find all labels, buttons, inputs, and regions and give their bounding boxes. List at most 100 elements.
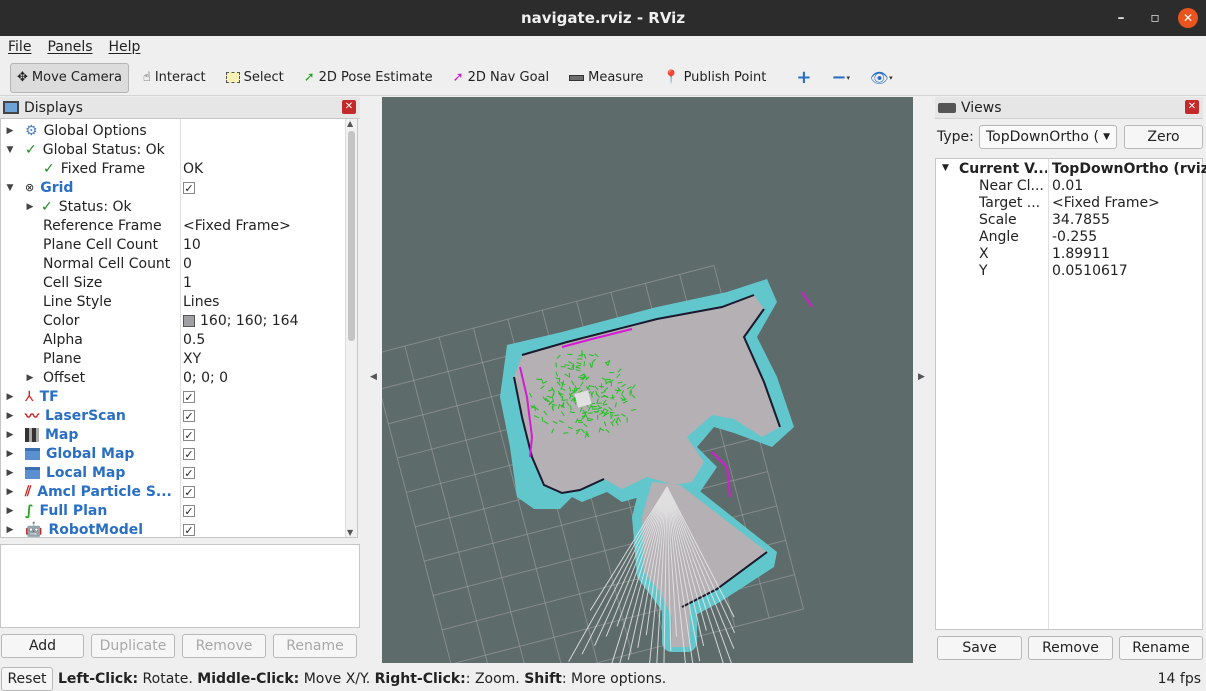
- view-prop-near-clip[interactable]: Near Cl... 0.01: [936, 178, 1202, 195]
- save-view-button[interactable]: Save: [937, 636, 1022, 660]
- tree-row-amcl-particles[interactable]: ▶ ⫽ Amcl Particle S... ✓: [1, 482, 346, 501]
- tree-row-fixed-frame[interactable]: ✓ Fixed Frame OK: [1, 159, 346, 178]
- close-panel-icon[interactable]: ✕: [342, 100, 356, 114]
- row-label: LaserScan: [45, 407, 126, 424]
- tree-row-offset[interactable]: ▶ Offset 0; 0; 0: [1, 368, 346, 387]
- remove-tool-button[interactable]: − ▾: [825, 63, 856, 93]
- duplicate-display-button[interactable]: Duplicate: [91, 634, 175, 658]
- enable-checkbox[interactable]: ✓: [183, 409, 195, 422]
- close-panel-icon[interactable]: ✕: [1185, 100, 1199, 114]
- enable-checkbox[interactable]: ✓: [183, 447, 195, 460]
- row-value: <Fixed Frame>: [183, 217, 291, 234]
- displays-scrollbar[interactable]: ▲ ▼: [345, 119, 357, 537]
- collapse-left-icon[interactable]: ◀: [370, 372, 377, 382]
- collapse-arrow-icon[interactable]: ▼: [942, 163, 949, 173]
- minimize-button[interactable]: –: [1108, 0, 1134, 36]
- collapse-right-icon[interactable]: ▶: [918, 372, 925, 382]
- view-prop-y[interactable]: Y 0.0510617: [936, 263, 1202, 280]
- publish-point-button[interactable]: 📍 Publish Point: [657, 63, 772, 93]
- tree-row-alpha[interactable]: Alpha 0.5: [1, 330, 346, 349]
- collapse-arrow-icon[interactable]: ▼: [5, 145, 15, 155]
- tree-row-grid[interactable]: ▼ ⊗ Grid ✓: [1, 178, 346, 197]
- expand-arrow-icon[interactable]: ▶: [5, 449, 15, 459]
- tree-row-color[interactable]: Color 160; 160; 164: [1, 311, 346, 330]
- expand-arrow-icon[interactable]: ▶: [25, 202, 35, 212]
- view-prop-angle[interactable]: Angle -0.255: [936, 229, 1202, 246]
- add-display-button[interactable]: Add: [1, 634, 84, 658]
- menu-help[interactable]: Help: [101, 39, 149, 55]
- select-button[interactable]: Select: [220, 63, 290, 93]
- tree-row-line-style[interactable]: Line Style Lines: [1, 292, 346, 311]
- current-view-row[interactable]: ▼ Current V... TopDownOrtho (rviz): [936, 161, 1206, 178]
- expand-arrow-icon[interactable]: ▶: [5, 487, 15, 497]
- view-prop-scale[interactable]: Scale 34.7855: [936, 212, 1202, 229]
- expand-arrow-icon[interactable]: ▶: [5, 411, 15, 421]
- tree-row-tf[interactable]: ▶ ⅄ TF ✓: [1, 387, 346, 406]
- scroll-up-icon[interactable]: ▲: [347, 119, 353, 128]
- remove-display-button[interactable]: Remove: [182, 634, 266, 658]
- close-button[interactable]: ✕: [1178, 8, 1198, 28]
- view-tool-button[interactable]: 👁 ▾: [864, 63, 899, 93]
- enable-checkbox[interactable]: ✓: [183, 181, 195, 194]
- collapse-arrow-icon[interactable]: ▼: [5, 183, 15, 193]
- render-viewport[interactable]: [382, 97, 913, 663]
- tree-row-global-options[interactable]: ▶ ⚙ Global Options: [1, 121, 346, 140]
- interact-button[interactable]: ☝ Interact: [137, 63, 212, 93]
- tree-row-map[interactable]: ▶ Map ✓: [1, 425, 346, 444]
- scrollbar-thumb[interactable]: [348, 131, 355, 341]
- move-camera-button[interactable]: ✥ Move Camera: [10, 62, 129, 93]
- expand-arrow-icon[interactable]: ▶: [5, 506, 15, 516]
- enable-checkbox[interactable]: ✓: [183, 390, 195, 403]
- tree-row-global-status[interactable]: ▼ ✓ Global Status: Ok: [1, 140, 346, 159]
- view-prop-x[interactable]: X 1.89911: [936, 246, 1202, 263]
- enable-checkbox[interactable]: ✓: [183, 466, 195, 479]
- hint-text: Rotate.: [138, 670, 198, 687]
- row-label: Map: [45, 426, 79, 443]
- expand-arrow-icon[interactable]: ▶: [5, 468, 15, 478]
- display-description-box: [0, 544, 360, 628]
- maximize-button[interactable]: ▫: [1142, 0, 1168, 36]
- view-prop-target-frame[interactable]: Target ... <Fixed Frame>: [936, 195, 1202, 212]
- tree-row-local-map[interactable]: ▶ Local Map ✓: [1, 463, 346, 482]
- tree-row-plane[interactable]: Plane XY: [1, 349, 346, 368]
- nav-goal-button[interactable]: ➚ 2D Nav Goal: [447, 63, 555, 93]
- menu-file[interactable]: File: [0, 39, 39, 55]
- menu-panels[interactable]: Panels: [39, 39, 100, 55]
- rename-display-button[interactable]: Rename: [273, 634, 357, 658]
- enable-checkbox[interactable]: ✓: [183, 428, 195, 441]
- expand-arrow-icon[interactable]: ▶: [5, 430, 15, 440]
- scroll-down-icon[interactable]: ▼: [347, 528, 353, 537]
- pose-array-icon: ⫽: [25, 483, 32, 500]
- tree-row-normal-cell-count[interactable]: Normal Cell Count 0: [1, 254, 346, 273]
- expand-arrow-icon[interactable]: ▶: [25, 373, 35, 383]
- tree-row-cell-size[interactable]: Cell Size 1: [1, 273, 346, 292]
- tree-row-full-plan[interactable]: ▶ ∫ Full Plan ✓: [1, 501, 346, 520]
- view-type-select[interactable]: TopDownOrtho ( ▼: [979, 125, 1117, 149]
- remove-view-button[interactable]: Remove: [1028, 636, 1113, 660]
- tree-row-laserscan[interactable]: ▶ 〰 LaserScan ✓: [1, 406, 346, 425]
- tree-row-global-map[interactable]: ▶ Global Map ✓: [1, 444, 346, 463]
- row-value: 10: [183, 236, 201, 253]
- pose-estimate-button[interactable]: ➚ 2D Pose Estimate: [298, 63, 439, 93]
- tool-bar: ✥ Move Camera ☝ Interact Select ➚ 2D Pos…: [0, 60, 1206, 96]
- tree-row-grid-status[interactable]: ▶ ✓ Status: Ok: [1, 197, 346, 216]
- enable-checkbox[interactable]: ✓: [183, 523, 195, 536]
- reset-button[interactable]: Reset: [1, 666, 53, 691]
- enable-checkbox[interactable]: ✓: [183, 485, 195, 498]
- expand-arrow-icon[interactable]: ▶: [5, 392, 15, 402]
- enable-checkbox[interactable]: ✓: [183, 504, 195, 517]
- prop-value: 0.0510617: [1052, 263, 1128, 279]
- add-tool-button[interactable]: +: [790, 63, 817, 93]
- tree-row-reference-frame[interactable]: Reference Frame <Fixed Frame>: [1, 216, 346, 235]
- nav-goal-label: 2D Nav Goal: [467, 70, 550, 85]
- expand-arrow-icon[interactable]: ▶: [5, 525, 15, 535]
- expand-arrow-icon[interactable]: ▶: [5, 126, 15, 136]
- measure-button[interactable]: Measure: [563, 63, 649, 93]
- tree-row-plane-cell-count[interactable]: Plane Cell Count 10: [1, 235, 346, 254]
- color-swatch[interactable]: [183, 314, 195, 327]
- tree-row-robot-model[interactable]: ▶ 🤖 RobotModel ✓: [1, 520, 346, 537]
- rename-view-button[interactable]: Rename: [1119, 636, 1203, 660]
- checkmark-icon: ✓: [43, 160, 55, 177]
- zero-button[interactable]: Zero: [1124, 125, 1203, 149]
- grid-icon: ⊗: [25, 181, 35, 194]
